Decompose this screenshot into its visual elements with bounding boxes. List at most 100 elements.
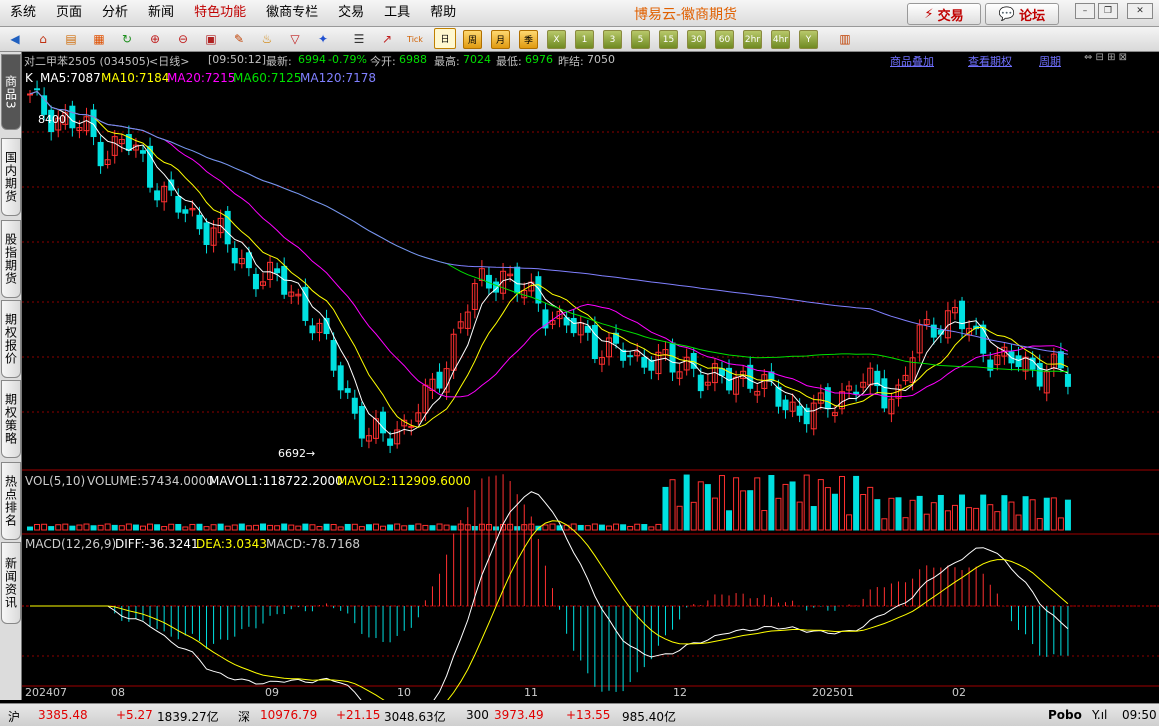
- period-button-2[interactable]: 月: [491, 30, 510, 49]
- window-icon[interactable]: ▣: [202, 30, 220, 48]
- latest-label: 最新:: [266, 55, 292, 68]
- sidebar-tab-0[interactable]: 商品3: [1, 54, 21, 130]
- candle: [648, 359, 655, 371]
- filter-icon[interactable]: ▽: [286, 30, 304, 48]
- candle: [139, 150, 146, 154]
- period-button-0[interactable]: 日: [434, 28, 456, 49]
- volume-bar: [1064, 499, 1071, 531]
- zoom-in-icon[interactable]: ⊕: [146, 30, 164, 48]
- back-arrow-icon[interactable]: ◀: [6, 30, 24, 48]
- sidebar-tab-2[interactable]: 股指期货: [1, 220, 21, 298]
- trade-button[interactable]: ⚡ 交易: [907, 3, 981, 25]
- volume-bar: [83, 523, 90, 531]
- volume-bar: [323, 523, 330, 531]
- period-button-1[interactable]: 周: [463, 30, 482, 49]
- menu-item-4[interactable]: 特色功能: [184, 0, 256, 26]
- volume-bar: [754, 477, 761, 531]
- volume-bar: [76, 524, 83, 531]
- overlay-link[interactable]: 商品叠加: [890, 53, 934, 69]
- layout-icons[interactable]: ⇔ ⊟ ⊞ ⊠: [1084, 52, 1127, 63]
- candle: [196, 214, 203, 230]
- candle: [231, 247, 238, 264]
- volume-bar: [161, 526, 168, 531]
- signal-icon: Y.ıl: [1092, 708, 1108, 722]
- volume-bar: [881, 518, 888, 531]
- sidebar-tab-4[interactable]: 期权策略: [1, 380, 21, 458]
- refresh-icon[interactable]: ↻: [118, 30, 136, 48]
- menu-item-3[interactable]: 新闻: [138, 0, 184, 26]
- chart-icon[interactable]: ▤: [62, 30, 80, 48]
- candle: [782, 399, 789, 411]
- menu-item-5[interactable]: 徽商专栏: [256, 0, 328, 26]
- low-mark-label: 6692→: [278, 447, 316, 460]
- volume-bar: [959, 494, 966, 531]
- menu-item-2[interactable]: 分析: [92, 0, 138, 26]
- restore-button[interactable]: ❐: [1098, 3, 1118, 19]
- volume-bar: [711, 497, 718, 531]
- volume-value: VOLUME:57434.0000: [87, 474, 214, 488]
- sh-amount: 1839.27亿: [157, 710, 219, 724]
- period-button-11[interactable]: 2hr: [743, 30, 762, 49]
- change-percent: -0.79%: [328, 53, 367, 66]
- sidebar-tab-6[interactable]: 新闻资讯: [1, 542, 21, 624]
- pobo-logo: Pobo: [1048, 708, 1082, 722]
- chart-area[interactable]: [22, 52, 1159, 726]
- close-button[interactable]: ✕: [1127, 3, 1153, 19]
- volume-bar: [337, 526, 344, 531]
- forum-button[interactable]: 💬 论坛: [985, 3, 1059, 25]
- table-icon[interactable]: ☰: [350, 30, 368, 48]
- sidebar-tab-5[interactable]: 热点排名: [1, 462, 21, 540]
- volume-bar: [838, 475, 845, 531]
- volume-bar: [591, 523, 598, 531]
- candle: [669, 342, 676, 373]
- period-button-13[interactable]: Y: [799, 30, 818, 49]
- zoom-out-icon[interactable]: ⊖: [174, 30, 192, 48]
- period-button-12[interactable]: 4hr: [771, 30, 790, 49]
- draw-pen-icon[interactable]: ✎: [230, 30, 248, 48]
- sidebar-tab-3[interactable]: 期权报价: [1, 300, 21, 378]
- period-button-10[interactable]: 60: [715, 30, 734, 49]
- period-button-3[interactable]: 季: [519, 30, 538, 49]
- tick-icon[interactable]: Tick: [406, 30, 424, 48]
- sidebar-tab-1[interactable]: 国内期货: [1, 138, 21, 216]
- open-label: 今开:: [370, 55, 396, 68]
- volume-bar: [182, 526, 189, 531]
- candle: [627, 355, 634, 358]
- menu-item-1[interactable]: 页面: [46, 0, 92, 26]
- volume-bar: [415, 523, 422, 531]
- trend-icon[interactable]: ↗: [378, 30, 396, 48]
- f10-icon[interactable]: ▦: [90, 30, 108, 48]
- volume-bar: [196, 523, 203, 531]
- minimize-button[interactable]: –: [1075, 3, 1095, 19]
- period-button-9[interactable]: 30: [687, 30, 706, 49]
- period-button-6[interactable]: 3: [603, 30, 622, 49]
- menu-item-7[interactable]: 工具: [374, 0, 420, 26]
- options-link[interactable]: 查看期权: [968, 53, 1012, 69]
- price-chart[interactable]: [22, 52, 1159, 726]
- panel-icon[interactable]: ▥: [836, 30, 854, 48]
- candle: [1015, 355, 1022, 368]
- i300-change: +13.55: [566, 708, 611, 722]
- home-icon[interactable]: ⌂: [34, 30, 52, 48]
- volume-bar: [175, 523, 182, 531]
- period-button-5[interactable]: 1: [575, 30, 594, 49]
- volume-bar: [1036, 518, 1043, 531]
- period-button-8[interactable]: 15: [659, 30, 678, 49]
- menu-item-0[interactable]: 系统: [0, 0, 46, 26]
- menu-item-8[interactable]: 帮助: [420, 0, 466, 26]
- menu-item-6[interactable]: 交易: [328, 0, 374, 26]
- candle: [591, 324, 598, 360]
- sh-value: 3385.48: [38, 708, 88, 722]
- volume-bar: [853, 475, 860, 531]
- period-button-7[interactable]: 5: [631, 30, 650, 49]
- period-button-4[interactable]: X: [547, 30, 566, 49]
- volume-bar: [1015, 514, 1022, 531]
- period-link[interactable]: 周期: [1039, 53, 1061, 69]
- new-icon[interactable]: ✦: [314, 30, 332, 48]
- candle: [203, 222, 210, 245]
- toolbar: ◀ ⌂ ▤ ▦ ↻ ⊕ ⊖ ▣ ✎ ♨ ▽ ✦ ☰ ↗ Tick 日周月季X13…: [0, 27, 1159, 52]
- alert-icon[interactable]: ♨: [258, 30, 276, 48]
- candle: [641, 356, 648, 368]
- sh-change: +5.27: [116, 708, 153, 722]
- volume-bar: [726, 510, 733, 531]
